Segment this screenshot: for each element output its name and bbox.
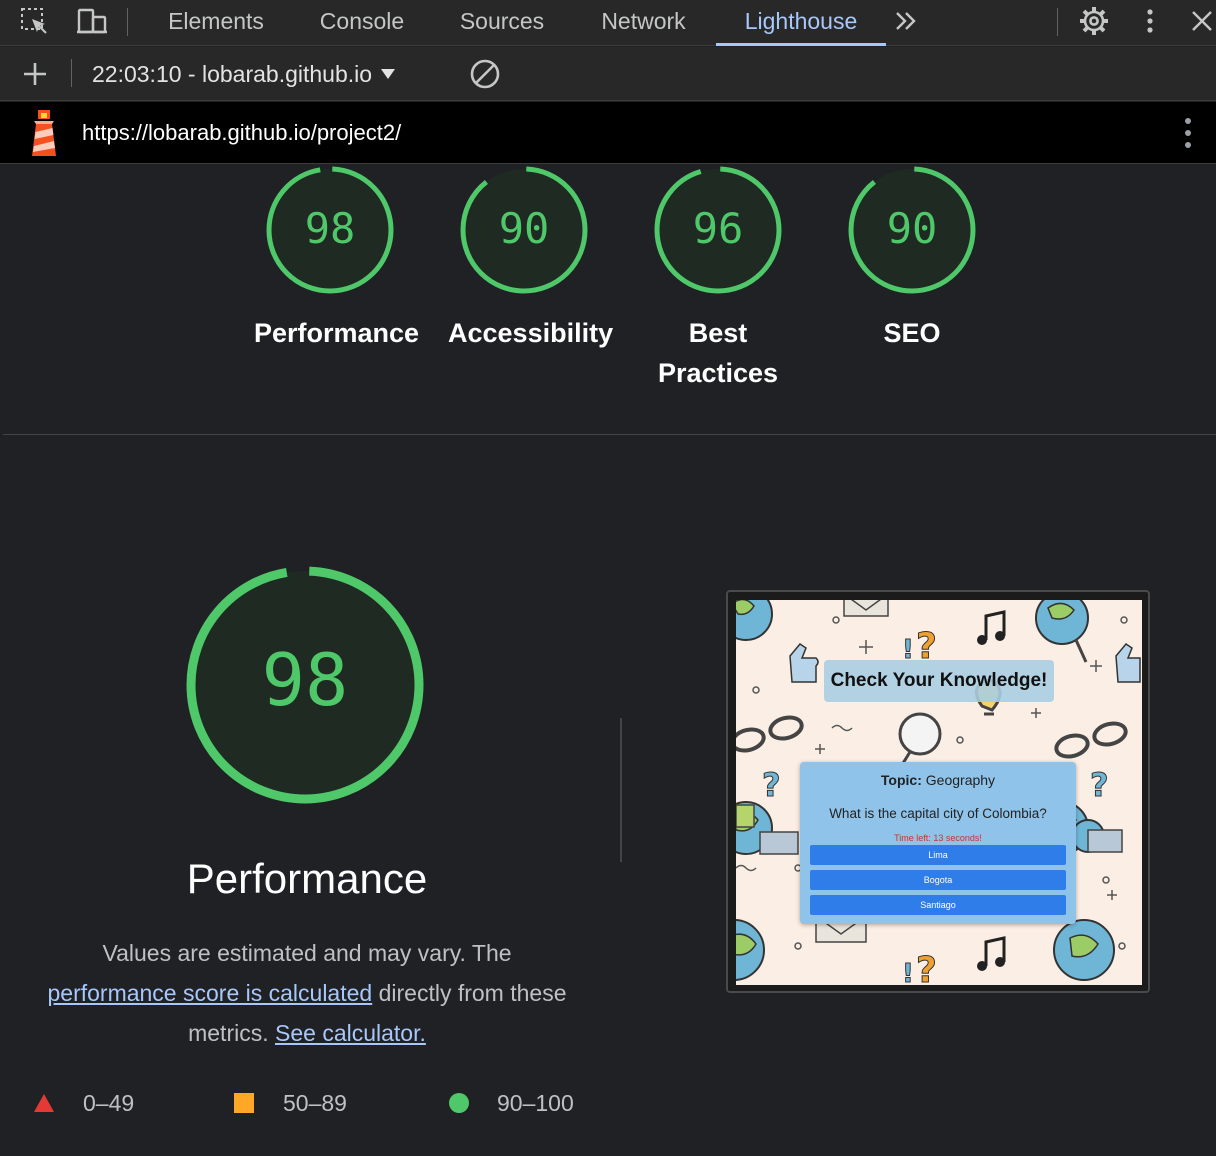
gauge-label: Best Practices (657, 318, 779, 388)
report-selector-label: 22:03:10 - lobarab.github.io (92, 61, 373, 87)
gauge-accessibility[interactable]: 90 Accessibility (434, 165, 614, 353)
lighthouse-toolbar: 22:03:10 - lobarab.github.io (0, 47, 1216, 101)
gauge-score: 90 (887, 204, 938, 253)
gauge-score: 98 (305, 204, 356, 253)
legend-range: 50–89 (283, 1089, 347, 1116)
lighthouse-logo-icon (24, 108, 64, 163)
gauge-seo[interactable]: 90 SEO (822, 165, 1002, 353)
gauge-label: SEO (883, 318, 941, 348)
dropdown-arrow-icon (381, 69, 396, 79)
quiz-card: Topic: Geography What is the capital cit… (800, 762, 1076, 924)
answer-button: Lima (810, 845, 1066, 865)
toolbar-separator (127, 8, 128, 36)
more-tabs-icon[interactable] (888, 4, 924, 38)
gauge-label: Performance (254, 318, 420, 348)
legend-pass: 90–100 (449, 1085, 574, 1121)
svg-text:?: ? (916, 950, 937, 985)
red-triangle-icon (34, 1094, 54, 1112)
legend-average: 50–89 (234, 1085, 347, 1121)
gauge-label: Accessibility (448, 318, 614, 348)
orange-square-icon (234, 1093, 254, 1113)
quiz-question: What is the capital city of Colombia? (829, 806, 1047, 821)
answer-button: Santiago (810, 895, 1066, 915)
desc-text-1: Values are estimated and may vary. The (102, 940, 512, 966)
tab-lighthouse[interactable]: Lighthouse (716, 0, 886, 46)
report-url[interactable]: https://lobarab.github.io/project2/ (82, 102, 401, 164)
app-title: Check Your Knowledge! (824, 660, 1054, 702)
legend-range: 0–49 (83, 1089, 135, 1116)
device-toolbar-icon[interactable] (74, 4, 110, 38)
score-calculated-link[interactable]: performance score is calculated (47, 980, 372, 1006)
gauge-score: 90 (499, 204, 550, 253)
report-url-bar: https://lobarab.github.io/project2/ (0, 102, 1216, 164)
svg-text:!: ! (902, 959, 914, 985)
report-menu-icon[interactable] (1170, 116, 1206, 150)
performance-score: 98 (262, 638, 349, 722)
more-options-icon[interactable] (1132, 4, 1168, 38)
inspect-element-icon[interactable] (16, 4, 52, 38)
category-gauges: 98 Performance 90 Accessibility 96 Best … (3, 165, 1216, 435)
tab-console[interactable]: Console (316, 0, 408, 46)
topic-label: Topic: (880, 772, 922, 788)
legend-fail: 0–49 (33, 1085, 134, 1121)
svg-text:?: ? (1090, 766, 1109, 804)
devtools-tab-bar: Elements Console Sources Network Lightho… (0, 0, 1216, 46)
new-report-plus-icon[interactable] (17, 57, 53, 91)
gauge-performance[interactable]: 98 Performance (240, 165, 420, 353)
topic-value: Geography (925, 772, 996, 788)
report-selector[interactable]: 22:03:10 - lobarab.github.io (92, 47, 396, 101)
screenshot-image: ? ! ? ? ? ! Check Your Knowledge! Topic:… (736, 600, 1142, 985)
tab-network[interactable]: Network (596, 0, 691, 46)
final-screenshot[interactable]: ? ! ? ? ? ! Check Your Knowledge! Topic:… (726, 590, 1150, 993)
tab-elements[interactable]: Elements (164, 0, 268, 46)
performance-description: Values are estimated and may vary. The p… (17, 933, 597, 1053)
clear-all-icon[interactable] (467, 57, 503, 91)
green-circle-icon (449, 1093, 469, 1113)
lighthouse-report: 98 Performance 90 Accessibility 96 Best … (3, 165, 1216, 1156)
tab-sources[interactable]: Sources (456, 0, 548, 46)
quiz-topic: Topic: Geography (800, 772, 1076, 788)
close-devtools-icon[interactable] (1184, 4, 1216, 38)
performance-gauge-large: 98 (185, 565, 425, 805)
svg-text:?: ? (762, 766, 781, 804)
settings-gear-icon[interactable] (1076, 4, 1112, 38)
answer-button: Bogota (810, 870, 1066, 890)
gauge-score: 96 (693, 204, 744, 253)
toolbar-separator (71, 59, 72, 87)
quiz-timer: Time left: 13 seconds! (894, 833, 982, 843)
toolbar-separator (1057, 8, 1058, 36)
performance-title: Performance (186, 855, 428, 902)
vertical-divider (620, 718, 622, 862)
legend-range: 90–100 (497, 1089, 574, 1116)
gauge-best-practices[interactable]: 96 Best Practices (628, 165, 808, 393)
see-calculator-link[interactable]: See calculator. (275, 1020, 426, 1046)
